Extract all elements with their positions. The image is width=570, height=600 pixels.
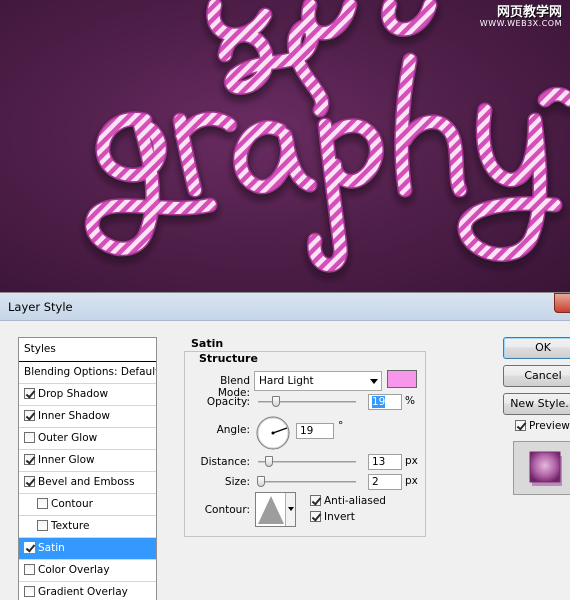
invert-checkbox[interactable]: [310, 511, 321, 522]
style-list-item[interactable]: Texture: [19, 516, 156, 538]
blend-mode-select[interactable]: Hard Light: [254, 371, 382, 391]
cancel-button[interactable]: Cancel: [503, 365, 570, 387]
chevron-down-icon: [370, 379, 378, 384]
watermark-url: WWW.WEB3X.COM: [479, 19, 562, 29]
style-checkbox[interactable]: [24, 564, 35, 575]
style-list-label: Blending Options: Default: [24, 366, 157, 378]
candy-cane-lettering: [84, 0, 570, 273]
style-list-label: Styles: [24, 343, 56, 355]
opacity-value: 19: [372, 396, 386, 408]
opacity-input[interactable]: 19: [368, 394, 402, 410]
dialog-titlebar[interactable]: Layer Style: [0, 293, 570, 321]
contour-triangle-icon: [258, 496, 284, 524]
size-label: Size:: [224, 476, 250, 488]
style-preview: [513, 441, 570, 495]
blend-mode-value: Hard Light: [259, 375, 314, 387]
style-checkbox[interactable]: [24, 388, 35, 399]
distance-unit: px: [405, 455, 418, 467]
size-slider-track[interactable]: [258, 481, 356, 483]
style-list-item[interactable]: Blending Options: Default: [19, 362, 156, 384]
preview-checkbox[interactable]: [515, 420, 526, 431]
anti-aliased-label: Anti-aliased: [324, 495, 386, 507]
contour-picker[interactable]: [255, 492, 296, 527]
style-list-label: Inner Glow: [38, 454, 95, 466]
angle-dial[interactable]: [255, 415, 291, 451]
size-input[interactable]: 2: [368, 474, 402, 490]
style-checkbox[interactable]: [24, 410, 35, 421]
style-checkbox[interactable]: [37, 520, 48, 531]
opacity-unit: %: [405, 395, 415, 407]
close-button[interactable]: [554, 293, 570, 313]
size-slider-thumb[interactable]: [257, 476, 265, 487]
style-checkbox[interactable]: [24, 542, 35, 553]
style-list-label: Contour: [51, 498, 93, 510]
contour-dropdown-arrow[interactable]: [285, 493, 295, 526]
artwork-canvas: 网页教学网 WWW.WEB3X.COM: [0, 0, 570, 292]
anti-aliased-option[interactable]: Anti-aliased: [310, 495, 386, 507]
blend-color-swatch[interactable]: [387, 370, 417, 388]
layer-style-dialog: Layer Style Styles Blending Options: Defa…: [0, 292, 570, 600]
style-list-label: Inner Shadow: [38, 410, 110, 422]
watermark: 网页教学网 WWW.WEB3X.COM: [479, 5, 562, 29]
ok-button[interactable]: OK: [503, 337, 570, 359]
preview-label: Preview: [529, 420, 570, 432]
style-list-label: Satin: [38, 542, 65, 554]
opacity-slider-thumb[interactable]: [272, 396, 280, 407]
opacity-label: Opacity:: [206, 396, 250, 408]
style-list-item[interactable]: Drop Shadow: [19, 384, 156, 406]
style-checkbox[interactable]: [24, 432, 35, 443]
watermark-site-name: 网页教学网: [496, 5, 562, 20]
style-list-item[interactable]: Gradient Overlay: [19, 582, 156, 600]
new-style-button[interactable]: New Style...: [503, 393, 570, 415]
invert-option[interactable]: Invert: [310, 511, 355, 523]
style-list-label: Gradient Overlay: [38, 586, 128, 598]
anti-aliased-checkbox[interactable]: [310, 495, 321, 506]
style-list-item[interactable]: Color Overlay: [19, 560, 156, 582]
style-list-item[interactable]: Inner Shadow: [19, 406, 156, 428]
style-checkbox[interactable]: [24, 586, 35, 597]
angle-label: Angle:: [216, 424, 250, 436]
invert-label: Invert: [324, 511, 355, 523]
style-list-item[interactable]: Bevel and Emboss: [19, 472, 156, 494]
satin-panel-title: Satin: [191, 337, 224, 350]
style-list-item[interactable]: Satin: [19, 538, 156, 560]
style-list-label: Texture: [51, 520, 90, 532]
style-list: Styles Blending Options: Default Drop Shad…: [18, 337, 157, 600]
preview-swatch-image: [529, 451, 562, 486]
angle-input[interactable]: 19: [296, 423, 334, 439]
style-list-item[interactable]: Contour: [19, 494, 156, 516]
style-list-item[interactable]: Outer Glow: [19, 428, 156, 450]
style-list-label: Bevel and Emboss: [38, 476, 135, 488]
contour-label: Contour:: [204, 504, 250, 516]
dialog-title: Layer Style: [8, 300, 73, 314]
size-unit: px: [405, 475, 418, 487]
style-checkbox[interactable]: [24, 476, 35, 487]
angle-unit: °: [338, 420, 344, 432]
style-list-label: Color Overlay: [38, 564, 110, 576]
style-list-item[interactable]: Inner Glow: [19, 450, 156, 472]
style-list-label: Drop Shadow: [38, 388, 109, 400]
distance-label: Distance:: [200, 456, 250, 468]
style-checkbox[interactable]: [24, 454, 35, 465]
distance-input[interactable]: 13: [368, 454, 402, 470]
style-checkbox[interactable]: [37, 498, 48, 509]
preview-option[interactable]: Preview: [515, 420, 570, 432]
style-list-label: Outer Glow: [38, 432, 98, 444]
style-list-item[interactable]: Styles: [19, 338, 156, 362]
distance-slider-thumb[interactable]: [265, 456, 273, 467]
structure-label: Structure: [196, 352, 261, 365]
